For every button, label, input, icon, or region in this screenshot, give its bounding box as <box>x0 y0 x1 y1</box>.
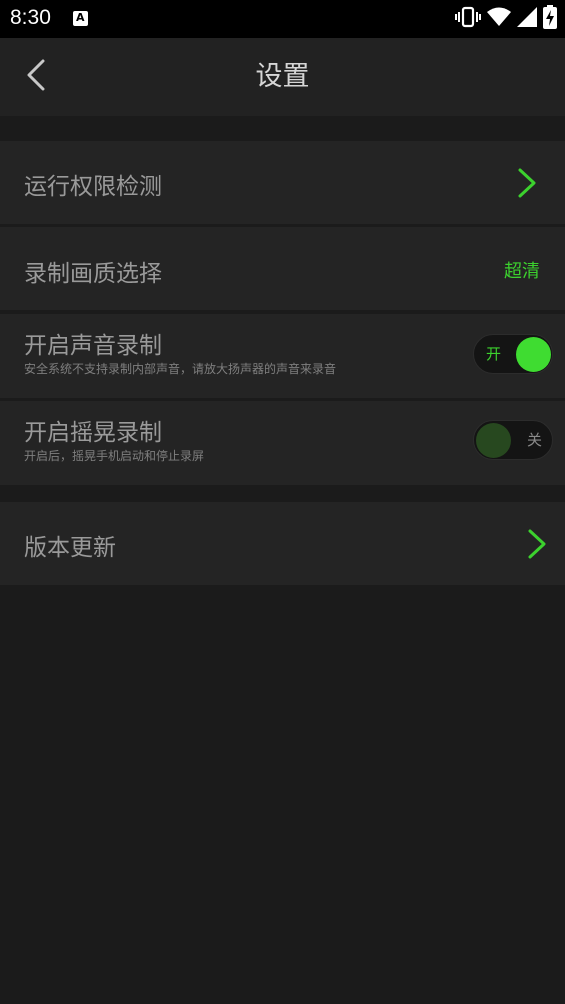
shake-record-toggle[interactable]: 关 <box>473 420 553 460</box>
status-bar: 8:30 <box>0 0 565 38</box>
battery-charging-icon <box>543 5 557 33</box>
page-title: 设置 <box>255 61 310 92</box>
status-icons <box>455 5 557 33</box>
status-time: 8:30 <box>10 6 51 29</box>
permission-check-row[interactable]: 运行权限检测 <box>0 141 565 224</box>
record-quality-label: 录制画质选择 <box>24 261 162 287</box>
shake-record-row: 开启摇晃录制 开启后，摇晃手机启动和停止录屏 关 <box>0 401 565 485</box>
back-button[interactable] <box>18 58 54 96</box>
shake-record-label: 开启摇晃录制 <box>24 420 162 446</box>
toggle-knob <box>476 423 511 458</box>
a-notification-icon <box>73 11 88 26</box>
vibrate-icon <box>455 6 481 32</box>
sound-record-description: 安全系统不支持录制内部声音，请放大扬声器的声音来录音 <box>24 362 337 376</box>
record-quality-value: 超清 <box>504 261 540 282</box>
sound-record-toggle[interactable]: 开 <box>473 334 553 374</box>
version-update-row[interactable]: 版本更新 <box>0 502 565 585</box>
chevron-right-icon <box>516 167 538 199</box>
toggle-knob <box>516 337 551 372</box>
shake-record-description: 开启后，摇晃手机启动和停止录屏 <box>24 449 205 463</box>
sound-record-row: 开启声音录制 安全系统不支持录制内部声音，请放大扬声器的声音来录音 开 <box>0 314 565 398</box>
toggle-off-text: 关 <box>527 431 543 449</box>
sound-record-label: 开启声音录制 <box>24 333 162 359</box>
record-quality-row[interactable]: 录制画质选择 超清 <box>0 227 565 310</box>
chevron-left-icon <box>26 59 46 95</box>
permission-check-label: 运行权限检测 <box>24 174 162 200</box>
toggle-on-text: 开 <box>486 345 502 363</box>
wifi-icon <box>487 7 511 31</box>
signal-icon <box>517 7 537 31</box>
app-bar: 设置 <box>0 38 565 116</box>
version-update-label: 版本更新 <box>24 535 116 561</box>
chevron-right-icon <box>526 528 548 560</box>
